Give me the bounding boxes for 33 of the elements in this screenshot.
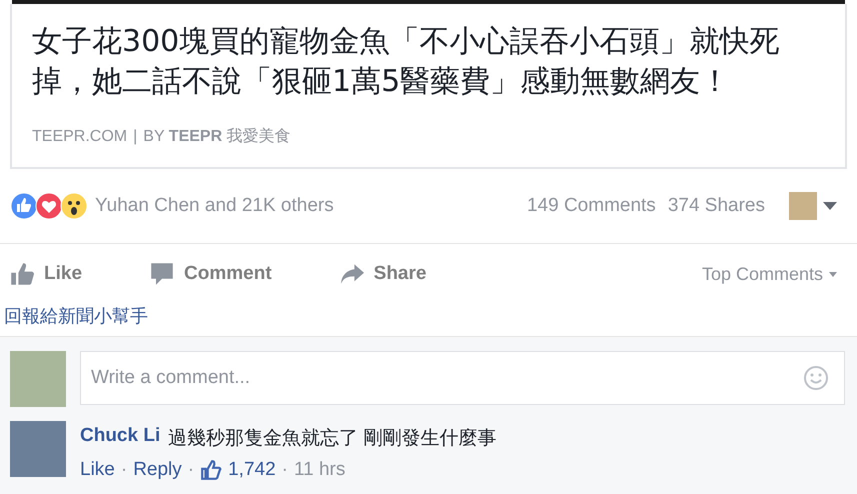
report-link[interactable]: 回報給新聞小幫手 (0, 304, 857, 328)
like-link[interactable]: Like (80, 459, 115, 481)
reply-link[interactable]: Reply (133, 459, 182, 481)
reactions-summary[interactable]: Yuhan Chen and 21K others (95, 195, 334, 217)
comments-count[interactable]: 149 Comments (526, 195, 656, 217)
caret-icon[interactable] (823, 202, 837, 210)
thumbs-up-icon (10, 192, 38, 220)
avatar-picture (10, 421, 66, 477)
smiley-icon[interactable] (803, 365, 829, 391)
action-button[interactable]: Comment (150, 262, 272, 286)
like-icon (200, 459, 222, 481)
separator-dot: · (120, 459, 128, 481)
action-button[interactable]: Like (10, 262, 82, 286)
comment-text: 過幾秒那隻金魚就忘了 剛剛發生什麼事 (168, 426, 497, 451)
wow-face-icon (60, 192, 88, 220)
caret-icon[interactable] (829, 272, 837, 276)
separator-dot: · (282, 459, 288, 481)
link-author: BY TEEPR 我愛美食 (143, 126, 291, 147)
comment-icon (150, 262, 174, 286)
likes-count[interactable]: 1,742 (228, 459, 276, 481)
sort-dropdown[interactable]: Top Comments (702, 264, 837, 284)
link-title[interactable]: 女子花300塊買的寵物金魚「不小心誤吞小石頭」就快死掉，她二話不說「狠砸1萬5醫藥費」感動無數網友！ (32, 22, 825, 102)
link-domain: TEEPR.COM (32, 128, 128, 146)
comment-author[interactable]: Chuck Li (80, 425, 160, 451)
avatar-picture (10, 351, 66, 407)
shares-count[interactable]: 374 Shares (668, 195, 765, 217)
separator-dot: · (188, 459, 194, 481)
separator-text: | (133, 128, 138, 146)
like-icon (10, 262, 34, 286)
action-button[interactable]: Share (340, 262, 426, 286)
share-icon (340, 262, 364, 286)
comment-time: 11 hrs (294, 459, 346, 481)
comment-input[interactable]: Write a comment... (80, 351, 845, 405)
